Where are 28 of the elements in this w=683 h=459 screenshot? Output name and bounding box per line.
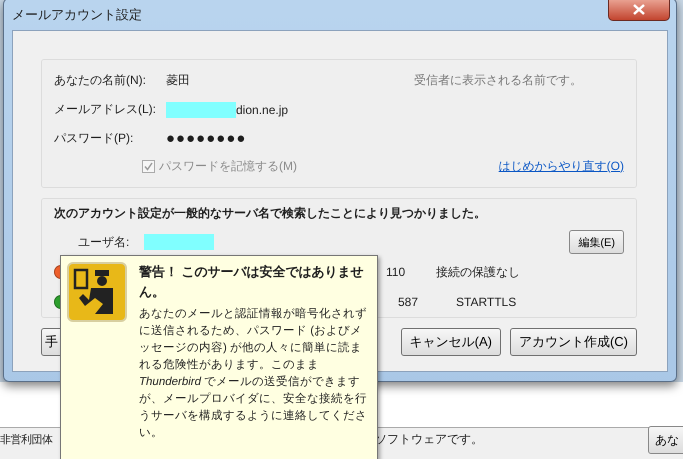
name-label: あなたの名前(N): <box>54 72 147 89</box>
port-value: 110 <box>386 265 406 279</box>
email-value[interactable]: dion.ne.jp <box>236 102 624 116</box>
found-heading: 次のアカウント設定が一般的なサーバ名で検索したことにより見つかりました。 <box>54 205 487 222</box>
name-hint: 受信者に表示される名前です。 <box>414 72 582 89</box>
remember-label: パスワードを記憶する(M) <box>159 158 297 174</box>
password-value[interactable]: ●●●●●●●● <box>166 130 624 147</box>
security-value: 接続の保護なし <box>436 264 520 280</box>
redaction-mark <box>144 234 214 250</box>
close-button[interactable] <box>608 0 670 20</box>
edit-button[interactable]: 編集(E) <box>569 230 624 254</box>
security-value: STARTTLS <box>456 295 516 309</box>
port-value: 587 <box>398 295 420 309</box>
tooltip-title: 警告！ このサーバは安全ではありません。 <box>139 263 365 301</box>
email-label: メールアドレス(L): <box>54 101 157 118</box>
officer-icon <box>67 262 127 322</box>
password-label: パスワード(P): <box>54 130 134 147</box>
background-button[interactable]: あな <box>648 426 683 454</box>
username-label: ユーザ名: <box>78 234 130 250</box>
name-value[interactable]: 菱田 <box>166 72 414 89</box>
dialog-button[interactable]: アカウント作成(C) <box>510 328 637 356</box>
redaction-mark <box>166 102 236 118</box>
close-icon <box>633 4 645 15</box>
status-text: 非営利団体 <box>0 433 52 447</box>
tooltip-body: あなたのメールと認証情報が暗号化されずに送信されるため、パスワード (およびメッセージの内容) が他の人々に簡単に読まれる危険性があります。このまま Thunderbird でメールの送受信ができますが、メールプロバイダに、安全な接続を行うサーバを構成するように連絡してください。 <box>139 306 367 441</box>
restart-link[interactable]: はじめからやり直す(O) <box>498 158 624 174</box>
window-title: メールアカウント設定 <box>12 6 143 24</box>
dialog-button[interactable]: キャンセル(A) <box>400 328 501 356</box>
